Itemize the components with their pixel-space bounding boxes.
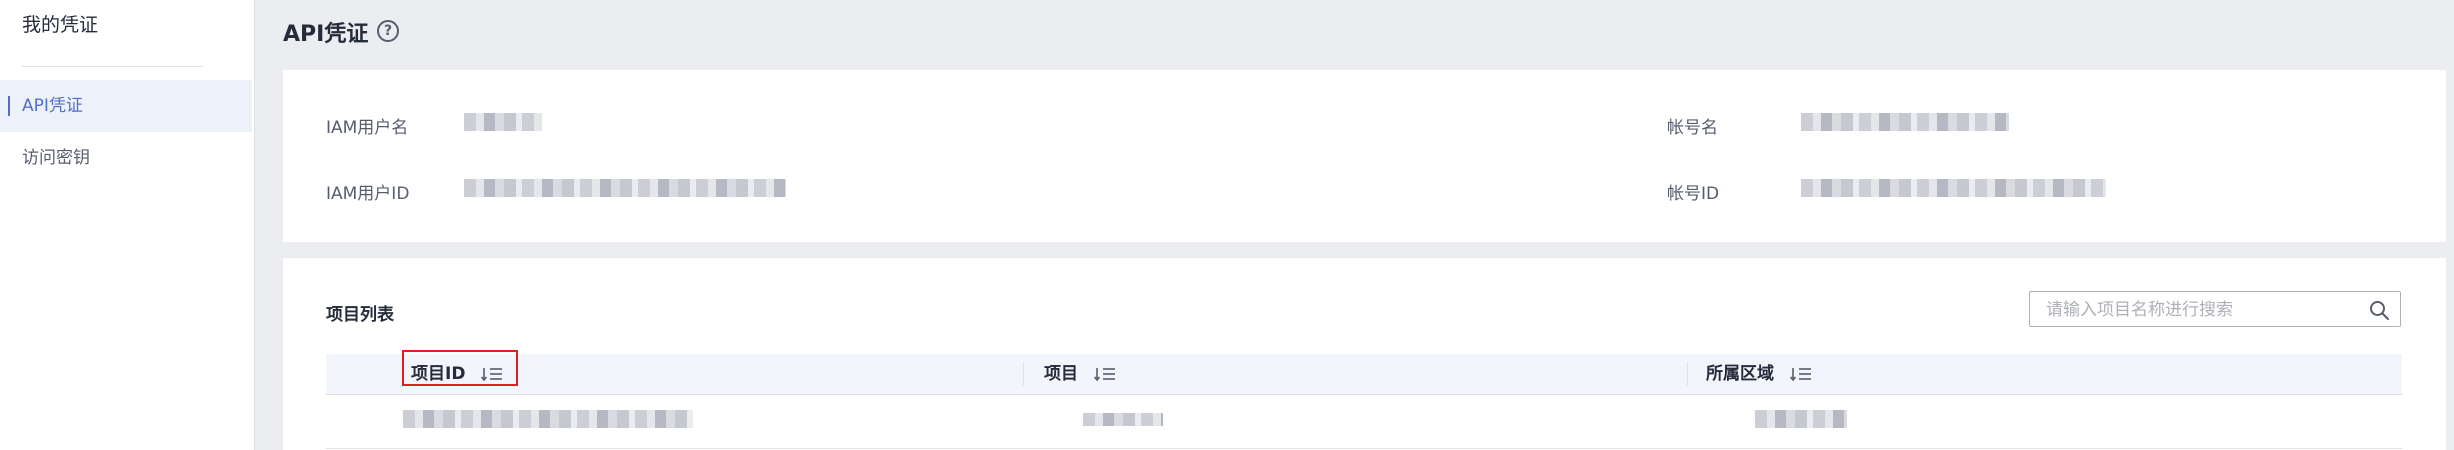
column-label: 项目 <box>1044 364 1078 384</box>
iam-user-id-label: IAM用户ID <box>326 184 410 204</box>
sidebar-item-access-keys[interactable]: 访问密钥 <box>0 132 252 184</box>
region-cell-redacted <box>1755 410 1847 428</box>
account-id-value-redacted <box>1801 179 2106 197</box>
page-title: API凭证 <box>283 22 369 47</box>
search-input[interactable] <box>2044 292 2348 328</box>
sidebar-item-label: 访问密钥 <box>22 148 90 168</box>
column-header-project[interactable]: 项目 <box>1044 354 1116 394</box>
column-separator <box>1023 362 1024 386</box>
section-title: 项目列表 <box>326 305 394 325</box>
sidebar-item-label: API凭证 <box>22 96 83 116</box>
project-id-cell-redacted <box>403 410 693 428</box>
search-icon[interactable] <box>2368 299 2390 321</box>
highlight-box <box>402 350 518 386</box>
account-name-label: 帐号名 <box>1667 118 1718 138</box>
credential-info-card: IAM用户名 IAM用户ID 帐号名 帐号ID <box>283 70 2446 242</box>
help-icon[interactable]: ? <box>377 20 399 42</box>
sidebar-title: 我的凭证 <box>22 14 99 36</box>
project-list-card: 项目列表 项目ID 项目 <box>283 258 2446 450</box>
sort-icon[interactable] <box>1789 366 1812 382</box>
project-search[interactable] <box>2029 291 2401 328</box>
iam-user-id-value-redacted <box>464 179 786 197</box>
project-cell-redacted <box>1083 413 1163 426</box>
column-separator <box>1687 362 1688 386</box>
iam-username-label: IAM用户名 <box>326 118 409 138</box>
account-name-value-redacted <box>1801 113 2009 131</box>
sidebar: 我的凭证 API凭证 访问密钥 <box>0 0 255 450</box>
table-row-divider <box>326 448 2402 449</box>
table-header: 项目ID 项目 所属区域 <box>326 354 2402 395</box>
column-label: 所属区域 <box>1706 364 1774 384</box>
sidebar-item-api-credentials[interactable]: API凭证 <box>0 80 252 132</box>
sidebar-divider <box>22 66 203 67</box>
iam-username-value-redacted <box>464 113 542 131</box>
sort-icon[interactable] <box>1093 366 1116 382</box>
account-id-label: 帐号ID <box>1667 184 1720 204</box>
column-header-region[interactable]: 所属区域 <box>1706 354 1812 394</box>
